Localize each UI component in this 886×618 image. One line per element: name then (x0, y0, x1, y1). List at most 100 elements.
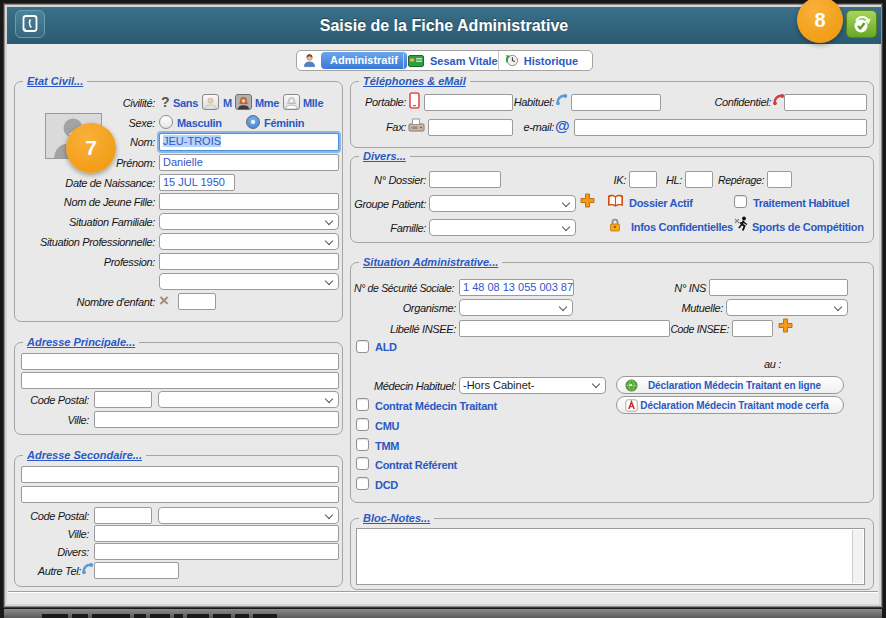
scrollbar[interactable] (852, 530, 863, 583)
contrat-referent-checkbox[interactable] (356, 457, 369, 470)
tab-historique[interactable]: Historique (498, 51, 592, 70)
confidentiel-label: Confidentiel: (681, 94, 771, 111)
sexe-masculin-radio[interactable] (159, 115, 173, 129)
hl-label: HL: (662, 172, 682, 189)
plus-icon[interactable] (778, 318, 793, 333)
sexe-masculin-label[interactable]: Masculin (177, 116, 222, 131)
bloc-notes-textarea[interactable] (356, 528, 865, 585)
profession-input[interactable] (159, 253, 339, 270)
sports-competition-label[interactable]: Sports de Compétition (752, 220, 864, 235)
tab-sesam-vitale[interactable]: Sesam Vitale (403, 51, 498, 70)
civilite-m-label[interactable]: M (223, 96, 232, 111)
open-book-icon[interactable] (607, 194, 624, 208)
civilite-mme-button[interactable] (235, 94, 252, 110)
contrat-mt-checkbox[interactable] (356, 398, 369, 411)
code-postal2-label: Code Postal: (15, 508, 89, 525)
ville2-input[interactable] (94, 525, 339, 542)
adresse2-ligne1-input[interactable] (21, 466, 339, 483)
adresse2-ligne2-input[interactable] (21, 486, 339, 503)
ville1-select[interactable] (158, 391, 339, 408)
tab-administratif-label: Administratif (321, 52, 407, 69)
ik-input[interactable] (629, 171, 657, 188)
email-input[interactable] (574, 119, 867, 136)
medecin-habituel-select[interactable]: -Hors Cabinet- (459, 377, 606, 394)
chevron-down-icon (562, 223, 570, 231)
divers-input[interactable] (94, 543, 339, 560)
declaration-mt-ligne-button[interactable]: Déclaration Médecin Traitant en ligne (616, 376, 844, 394)
autre-tel-input[interactable] (94, 562, 179, 579)
adresse1-ligne2-input[interactable] (21, 372, 339, 389)
ald-label[interactable]: ALD (375, 340, 397, 355)
cmu-label[interactable]: CMU (375, 419, 399, 434)
groupe-patient-select[interactable] (429, 195, 576, 212)
civilite-m-button[interactable] (202, 94, 219, 110)
confidentiel-input[interactable] (784, 94, 867, 111)
num-ins-input[interactable] (709, 279, 848, 296)
traitement-habituel-label[interactable]: Traitement Habituel (753, 196, 849, 211)
ville1-input[interactable] (94, 411, 339, 428)
traitement-habituel-checkbox[interactable] (734, 195, 747, 208)
reperage-input[interactable] (767, 171, 792, 188)
mobile-phone-icon (409, 92, 420, 109)
situation-administrative-title[interactable]: Situation Administrative... (359, 255, 502, 269)
adresse-secondaire-title[interactable]: Adresse Secondaire... (23, 448, 146, 462)
situation-familiale-select[interactable] (159, 213, 339, 230)
habituel-input[interactable] (571, 94, 661, 111)
sexe-feminin-radio[interactable] (246, 115, 260, 129)
mutuelle-select[interactable] (726, 299, 848, 316)
infos-confidentielles-label[interactable]: Infos Confidentielles (631, 220, 733, 235)
fax-icon (408, 118, 425, 132)
prenom-input[interactable]: Danielle (159, 154, 339, 171)
etat-civil-title[interactable]: Etat Civil... (23, 74, 87, 88)
bloc-notes-title[interactable]: Bloc-Notes... (359, 511, 434, 525)
plus-icon[interactable] (580, 193, 595, 208)
at-icon: @ (555, 117, 570, 134)
group-telephones: Téléphones & eMail Portable: Habituel: C… (350, 81, 874, 148)
profession-select[interactable] (159, 273, 339, 290)
num-dossier-input[interactable] (429, 171, 501, 188)
civilite-mlle-button[interactable] (283, 94, 300, 110)
libelle-insee-label: Libellé INSEE: (351, 321, 456, 338)
divers-title[interactable]: Divers... (359, 149, 410, 163)
civilite-mme-label[interactable]: Mme (255, 96, 279, 111)
contrat-mt-label[interactable]: Contrat Médecin Traitant (375, 399, 497, 414)
code-postal2-input[interactable] (94, 507, 152, 524)
nom-jeune-fille-input[interactable] (159, 193, 339, 210)
tab-administratif[interactable]: Administratif (297, 51, 403, 70)
sexe-feminin-label[interactable]: Féminin (264, 116, 304, 131)
cmu-checkbox[interactable] (356, 418, 369, 431)
telephones-title[interactable]: Téléphones & eMail (359, 74, 470, 88)
dcd-label[interactable]: DCD (375, 478, 398, 493)
nom-input[interactable]: JEU-TROIS (159, 133, 339, 151)
situation-professionnelle-select[interactable] (159, 233, 339, 250)
reperage-label: Repérage: (706, 172, 764, 189)
tmm-checkbox[interactable] (356, 438, 369, 451)
civilite-sans-label[interactable]: Sans (173, 96, 198, 111)
declaration-mt-cerfa-button[interactable]: Déclaration Médecin Traitant mode cerfa (616, 396, 844, 414)
ville2-select[interactable] (158, 507, 339, 524)
chevron-down-icon (834, 303, 842, 311)
profession-label: Profession: (15, 254, 155, 271)
civilite-mlle-label[interactable]: Mlle (303, 96, 323, 111)
code-postal1-input[interactable] (94, 391, 152, 408)
organisme-select[interactable] (459, 299, 573, 316)
adresse1-ligne1-input[interactable] (21, 353, 339, 370)
titlebar: Saisie de la Fiche Administrative (7, 7, 881, 44)
num-securite-sociale-input[interactable]: 1 48 08 13 055 003 87 (459, 279, 574, 296)
phone-blue-icon (555, 93, 568, 106)
famille-select[interactable] (429, 219, 576, 236)
libelle-insee-input[interactable] (459, 320, 670, 337)
dcd-checkbox[interactable] (356, 477, 369, 490)
ald-checkbox[interactable] (356, 340, 369, 353)
validate-button[interactable] (846, 10, 877, 38)
code-insee-input[interactable] (732, 320, 773, 337)
adresse-principale-title[interactable]: Adresse Principale... (23, 335, 139, 349)
tmm-label[interactable]: TMM (375, 439, 399, 454)
nombre-enfant-input[interactable] (178, 293, 216, 310)
dossier-actif-label[interactable]: Dossier Actif (629, 196, 693, 211)
ik-label: IK: (606, 172, 626, 189)
medecin-habituel-label: Médecin Habituel: (351, 378, 456, 395)
clear-x-icon: × (159, 291, 169, 311)
date-naissance-input[interactable]: 15 JUL 1950 (159, 174, 235, 191)
contrat-referent-label[interactable]: Contrat Référent (375, 458, 457, 473)
